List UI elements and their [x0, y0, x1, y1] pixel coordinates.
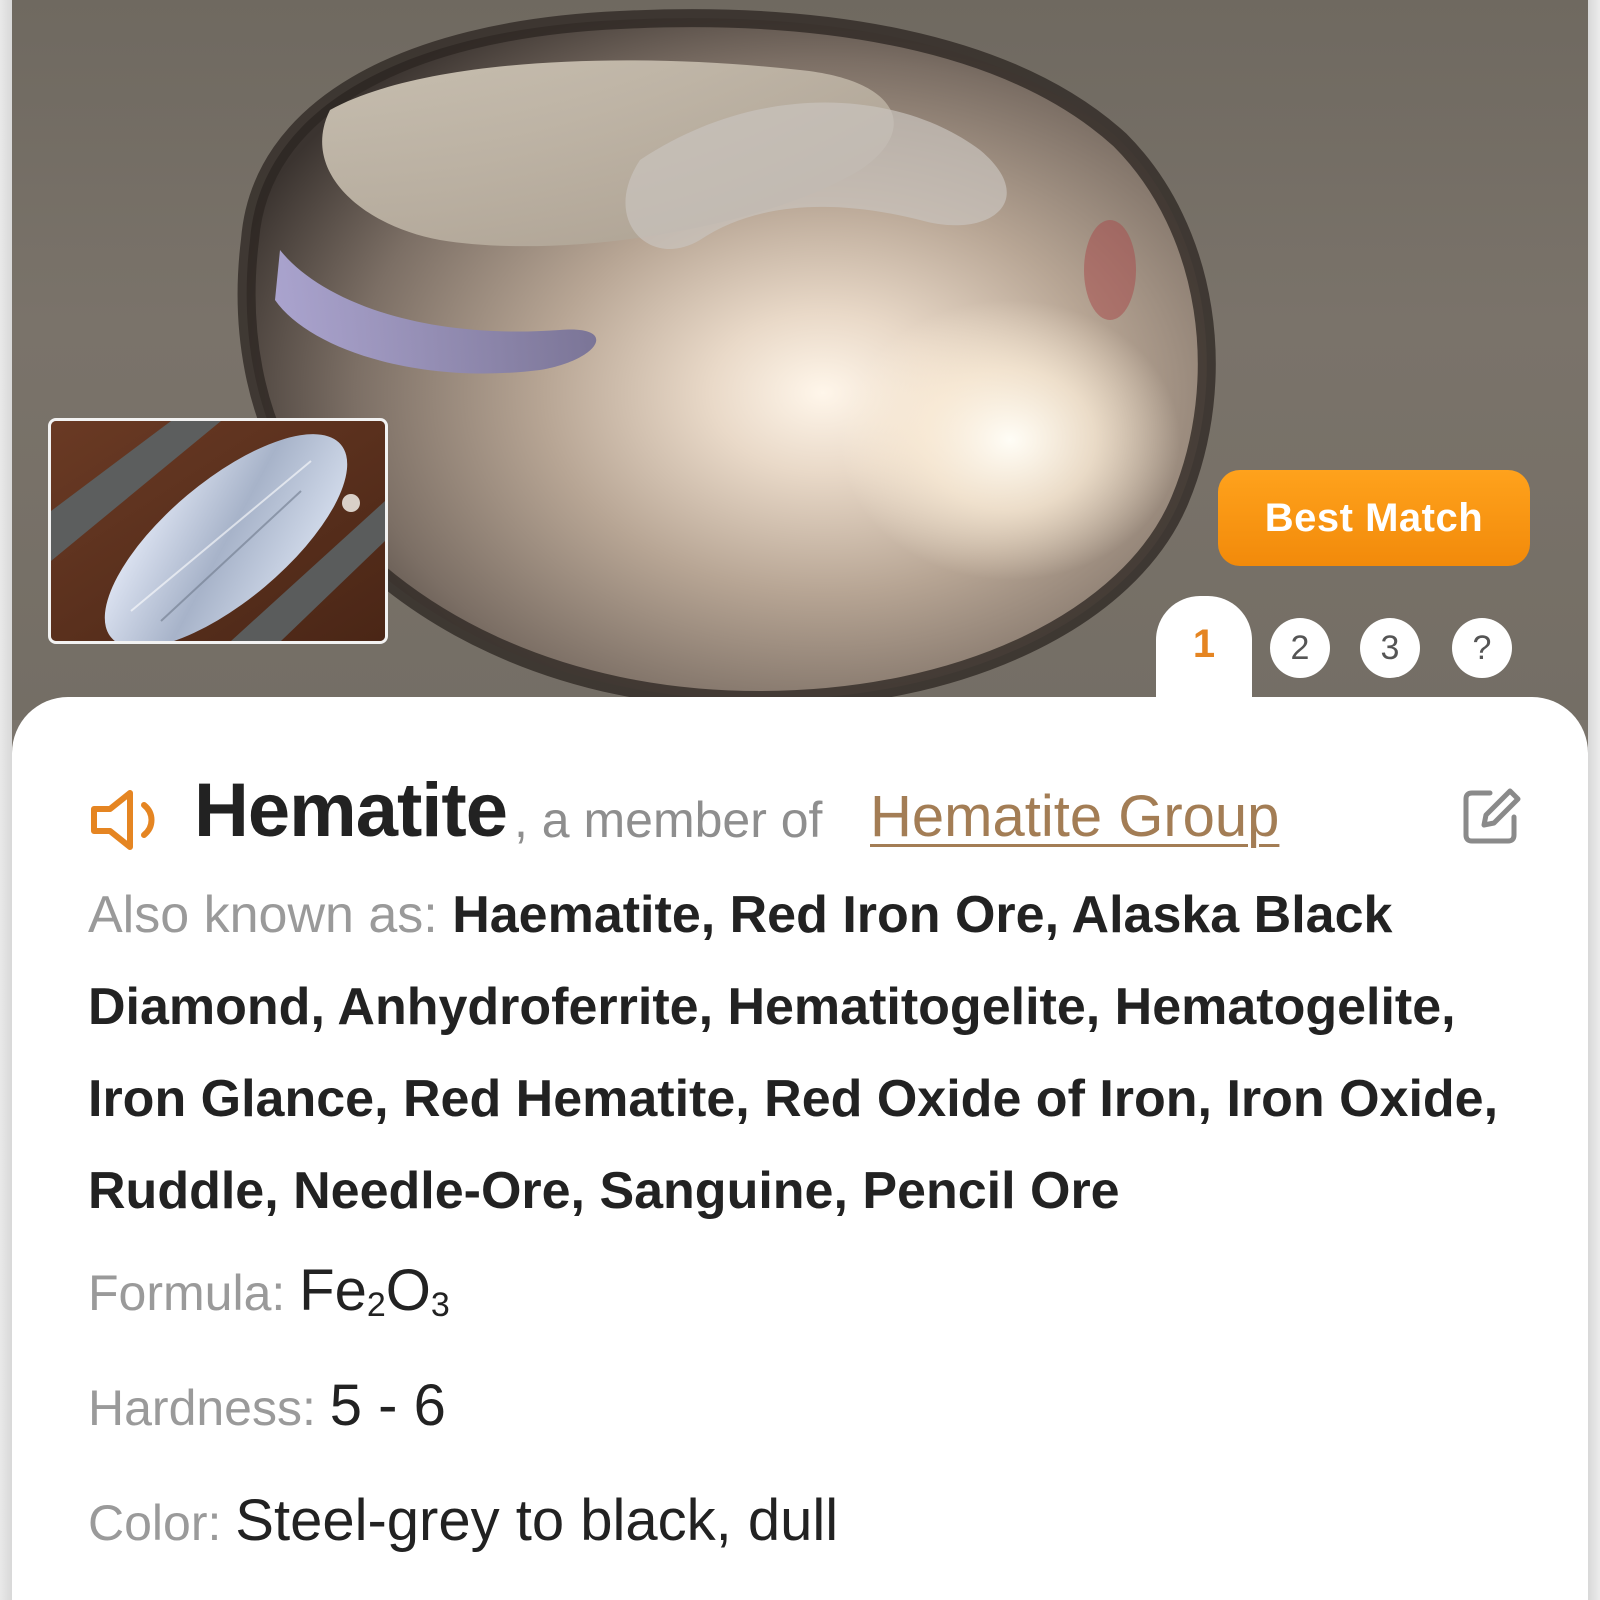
- color-label: Color:: [88, 1495, 236, 1551]
- color-value: Steel-grey to black, dull: [235, 1488, 839, 1553]
- hardness-label: Hardness:: [88, 1380, 330, 1436]
- tab-result-3[interactable]: 3: [1360, 618, 1420, 678]
- group-link[interactable]: Hematite Group: [870, 783, 1279, 850]
- tab-help[interactable]: ?: [1452, 618, 1512, 678]
- formula-subscript: 2: [366, 1286, 386, 1324]
- screen-edge-right: [1588, 0, 1600, 1600]
- identification-result-screen: Best Match 1 2 3 ? Hematite , a member o…: [0, 0, 1600, 1600]
- screen-edge-left: [0, 0, 12, 1600]
- member-of-text: , a member of: [514, 792, 823, 848]
- formula-row: Formula: Fe2O3: [88, 1257, 450, 1325]
- tab-result-2[interactable]: 2: [1270, 618, 1330, 678]
- formula-subscript: 3: [430, 1286, 450, 1324]
- best-match-label: Best Match: [1264, 495, 1484, 540]
- also-known-as-label: Also known as:: [88, 886, 453, 944]
- mineral-name: Hematite: [194, 768, 508, 853]
- tab-label: 2: [1290, 628, 1310, 667]
- tab-result-1[interactable]: 1: [1156, 596, 1252, 706]
- formula-label: Formula:: [88, 1265, 300, 1321]
- hardness-value: 5 - 6: [329, 1373, 446, 1438]
- hardness-row: Hardness: 5 - 6: [88, 1372, 446, 1439]
- formula-element: Fe: [299, 1258, 367, 1323]
- formula-value: Fe2O3: [299, 1258, 450, 1324]
- user-photo-thumbnail[interactable]: [48, 418, 388, 644]
- tab-label: 1: [1192, 622, 1216, 666]
- tab-label: ?: [1472, 628, 1492, 667]
- color-row: Color: Steel-grey to black, dull: [88, 1487, 838, 1554]
- edit-icon[interactable]: [1460, 785, 1522, 847]
- best-match-badge: Best Match: [1218, 470, 1530, 566]
- speaker-icon[interactable]: [88, 787, 178, 853]
- formula-element: O: [385, 1258, 431, 1323]
- info-card: Hematite , a member of Hematite Group Al…: [12, 697, 1588, 1600]
- tab-label: 3: [1380, 628, 1400, 667]
- also-known-as: Also known as: Haematite, Red Iron Ore, …: [88, 869, 1528, 1237]
